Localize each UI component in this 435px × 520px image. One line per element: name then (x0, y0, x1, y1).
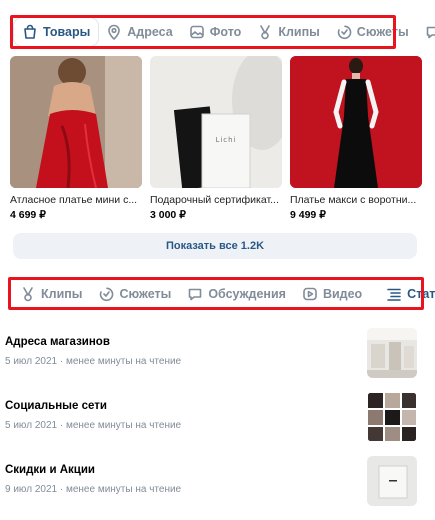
product-image[interactable] (10, 56, 142, 188)
tab-label: Адреса (127, 25, 173, 39)
tab-video[interactable]: Видео (294, 280, 370, 308)
product-name: Подарочный сертификат... (150, 194, 279, 206)
product-price: 4 699 ₽ (10, 209, 46, 221)
top-tab-bar: Товары Адреса Фото Клипы Сюжеты О (0, 14, 435, 50)
tab-photos[interactable]: Фото (181, 18, 250, 46)
product-image[interactable] (290, 56, 422, 188)
video-icon (302, 286, 318, 302)
article-title[interactable]: Адреса магазинов (5, 336, 110, 348)
show-all-button[interactable]: Показать все 1.2K (13, 233, 417, 259)
tab-label: Сюжеты (119, 287, 172, 301)
tab-label: Сюжеты (356, 25, 409, 39)
stories-icon (98, 286, 114, 302)
article-meta: 5 июл 2021 · менее минуты на чтение (5, 356, 182, 367)
article-meta: 9 июл 2021 · менее минуты на чтение (5, 484, 182, 495)
product-price: 3 000 ₽ (150, 209, 186, 221)
comment-icon (425, 24, 435, 40)
product-price: 9 499 ₽ (290, 209, 326, 221)
articles-icon (386, 286, 402, 302)
tab-products[interactable]: Товары (14, 18, 99, 46)
articles-list: Адреса магазинов 5 июл 2021 · менее мину… (0, 322, 435, 514)
product-name: Платье макси с воротни... (290, 194, 417, 206)
tab-articles[interactable]: Статьи (378, 280, 435, 308)
article-meta: 5 июл 2021 · менее минуты на чтение (5, 420, 182, 431)
tab-label: Фото (209, 25, 242, 39)
clips-icon (257, 24, 273, 40)
product-card[interactable]: Платье макси с воротни... 9 499 ₽ (290, 56, 422, 221)
product-image[interactable]: Lichi (150, 56, 282, 188)
article-thumbnail[interactable] (367, 456, 417, 506)
bag-icon (22, 24, 38, 40)
article-item[interactable]: Адреса магазинов 5 июл 2021 · менее мину… (0, 322, 435, 386)
stories-icon (336, 24, 352, 40)
product-name: Атласное платье мини с... (10, 194, 138, 206)
tab-stories[interactable]: Сюжеты (90, 280, 179, 308)
bottom-tab-bar: Клипы Сюжеты Обсуждения Видео Статьи (0, 276, 435, 312)
tab-addresses[interactable]: Адреса (98, 18, 180, 46)
tab-label: Клипы (41, 287, 83, 301)
article-title[interactable]: Скидки и Акции (5, 464, 95, 476)
article-title[interactable]: Социальные сети (5, 400, 107, 412)
clips-icon (20, 286, 36, 302)
products-row: Атласное платье мини с... 4 699 ₽ Lichi … (10, 56, 422, 221)
tab-clips[interactable]: Клипы (249, 18, 327, 46)
tab-label: Статьи (407, 287, 435, 301)
tab-label: Обсуждения (208, 287, 286, 301)
certificate-logo: Lichi (215, 136, 236, 144)
discussions-icon (187, 286, 203, 302)
tab-label: Клипы (278, 25, 320, 39)
product-card[interactable]: Lichi Подарочный сертификат... 3 000 ₽ (150, 56, 282, 221)
tab-label: Видео (322, 287, 363, 301)
map-pin-icon (106, 24, 122, 40)
tab-stories[interactable]: Сюжеты (328, 18, 417, 46)
photo-icon (189, 24, 205, 40)
tab-label: Товары (43, 25, 91, 39)
tab-discussions[interactable]: Обсуждения (179, 280, 294, 308)
tab-more[interactable]: О (417, 18, 435, 46)
article-thumbnail[interactable] (367, 392, 417, 442)
tab-clips[interactable]: Клипы (12, 280, 90, 308)
article-item[interactable]: Социальные сети 5 июл 2021 · менее минут… (0, 386, 435, 450)
article-item[interactable]: Скидки и Акции 9 июл 2021 · менее минуты… (0, 450, 435, 514)
product-card[interactable]: Атласное платье мини с... 4 699 ₽ (10, 56, 142, 221)
article-thumbnail[interactable] (367, 328, 417, 378)
